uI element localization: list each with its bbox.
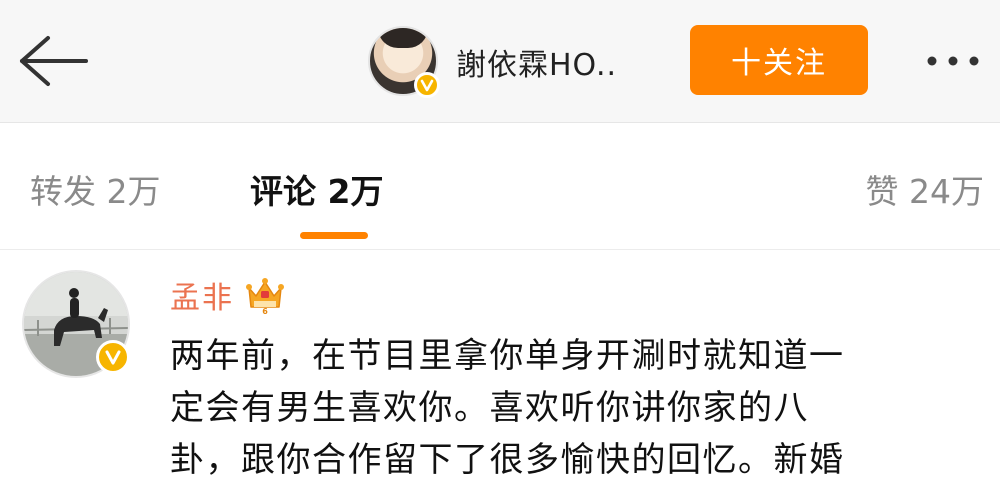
tab-reposts[interactable]: 转发 2万	[30, 165, 161, 213]
comment-line: 两年前，在节目里拿你单身开涮时就知道一	[170, 336, 845, 376]
comment-item: 孟非 6 两年前，在节目里拿你单身开涮时就知道一 定会有男生喜欢你。喜欢听你讲你…	[0, 250, 1000, 484]
top-bar: 謝依霖HO.. 十关注	[0, 0, 1000, 123]
tab-likes[interactable]: 赞 24万	[866, 165, 984, 213]
back-button[interactable]	[12, 26, 92, 96]
author-avatar[interactable]	[368, 26, 440, 98]
comment-line: 定会有男生喜欢你。喜欢听你讲你家的八	[170, 388, 809, 428]
commenter-avatar[interactable]	[22, 270, 130, 378]
verified-badge-icon	[414, 72, 440, 98]
weibo-post-screen: 謝依霖HO.. 十关注 转发 2万 评论 2万 赞 24万 孟非 6 两年前，在…	[0, 0, 1000, 484]
post-tabs: 转发 2万 评论 2万 赞 24万	[0, 123, 1000, 250]
more-button[interactable]	[918, 36, 988, 86]
commenter-name[interactable]: 孟非	[170, 273, 234, 317]
commenter-header: 孟非 6	[170, 270, 286, 320]
tab-comments[interactable]: 评论 2万	[250, 165, 383, 213]
comment-body: 两年前，在节目里拿你单身开涮时就知道一 定会有男生喜欢你。喜欢听你讲你家的八 卦…	[170, 330, 990, 484]
active-tab-indicator	[300, 232, 368, 239]
back-arrow-icon	[20, 36, 88, 86]
more-dots-icon	[927, 56, 979, 66]
svg-text:6: 6	[262, 307, 268, 316]
follow-button[interactable]: 十关注	[690, 25, 868, 95]
crown-icon: 6	[244, 274, 286, 316]
verified-badge-icon	[96, 340, 130, 374]
author-name[interactable]: 謝依霖HO..	[456, 40, 617, 84]
comment-line: 卦，跟你合作留下了很多愉快的回忆。新婚	[170, 440, 845, 480]
